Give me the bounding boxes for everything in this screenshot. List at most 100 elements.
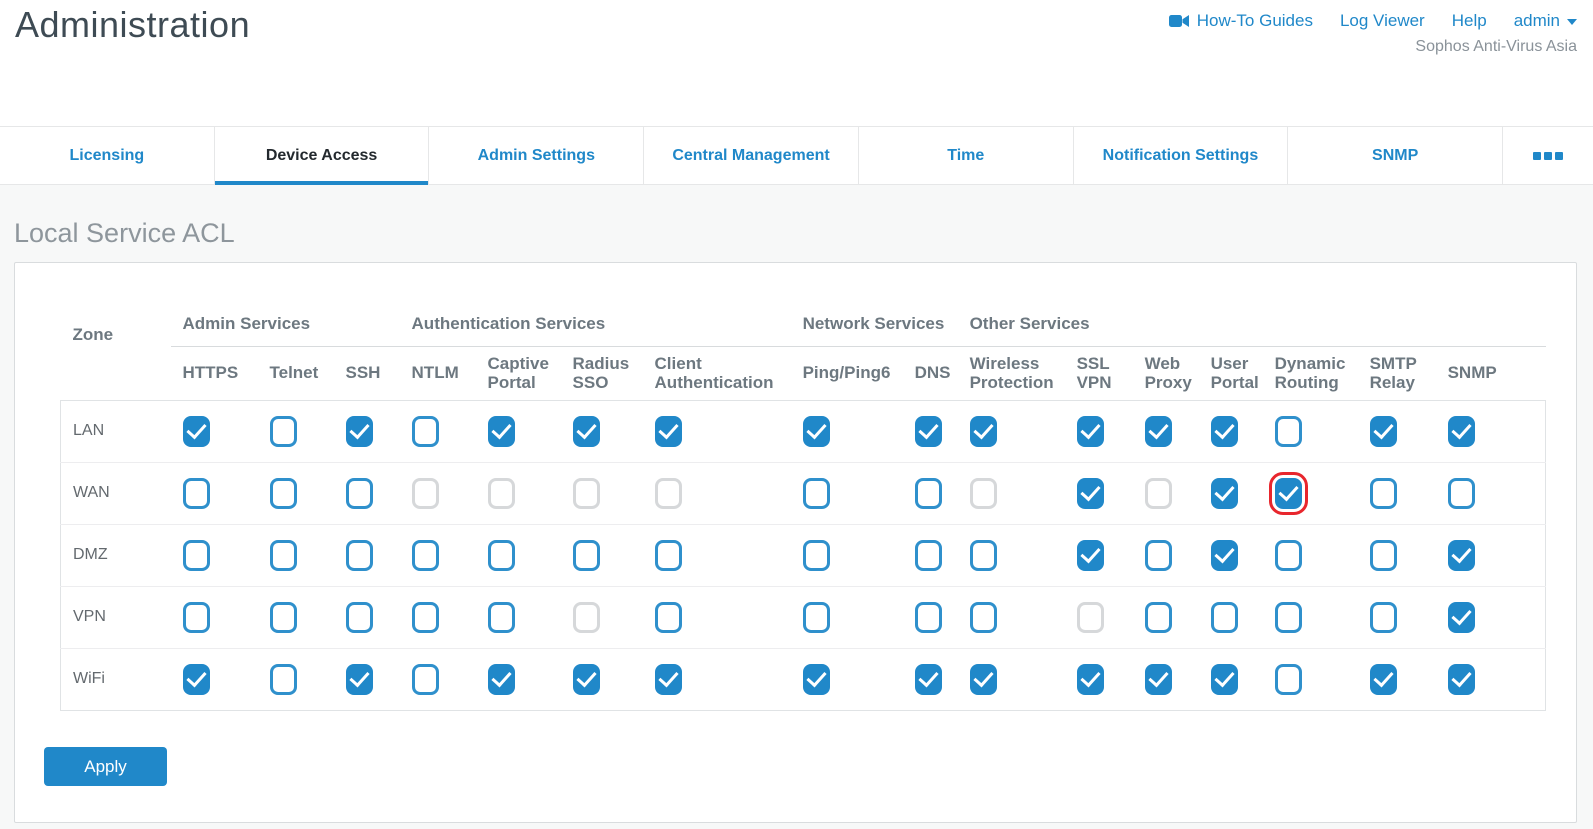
checked-checkbox-wifi-client-authentication[interactable] xyxy=(655,664,682,695)
unchecked-checkbox-dmz-dns[interactable] xyxy=(915,540,942,571)
unchecked-checkbox-vpn-captive-portal[interactable] xyxy=(488,602,515,633)
checked-checkbox-lan-ssl-vpn[interactable] xyxy=(1077,416,1104,447)
unchecked-checkbox-vpn-smtp-relay[interactable] xyxy=(1370,602,1397,633)
acl-cell xyxy=(643,524,791,586)
acl-cell xyxy=(258,400,334,462)
checked-checkbox-lan-client-authentication[interactable] xyxy=(655,416,682,447)
checked-checkbox-wifi-ping-ping6[interactable] xyxy=(803,664,830,695)
unchecked-checkbox-dmz-dynamic-routing[interactable] xyxy=(1275,540,1302,571)
acl-cell xyxy=(1133,586,1199,648)
column-header-dynamic-routing: Dynamic Routing xyxy=(1263,346,1358,400)
checked-checkbox-wifi-captive-portal[interactable] xyxy=(488,664,515,695)
unchecked-checkbox-wan-snmp[interactable] xyxy=(1448,478,1475,509)
unchecked-checkbox-lan-ntlm[interactable] xyxy=(412,416,439,447)
checked-checkbox-wifi-dns[interactable] xyxy=(915,664,942,695)
unchecked-checkbox-dmz-ssh[interactable] xyxy=(346,540,373,571)
checked-checkbox-lan-captive-portal[interactable] xyxy=(488,416,515,447)
checked-checkbox-wifi-ssl-vpn[interactable] xyxy=(1077,664,1104,695)
unchecked-checkbox-vpn-dns[interactable] xyxy=(915,602,942,633)
checked-checkbox-wan-ssl-vpn[interactable] xyxy=(1077,478,1104,509)
checked-checkbox-wan-dynamic-routing[interactable] xyxy=(1275,478,1302,509)
checked-checkbox-lan-dns[interactable] xyxy=(915,416,942,447)
checked-checkbox-wifi-wireless-protection[interactable] xyxy=(970,664,997,695)
tab-device-access[interactable]: Device Access xyxy=(215,127,430,184)
unchecked-checkbox-dmz-captive-portal[interactable] xyxy=(488,540,515,571)
checked-checkbox-dmz-ssl-vpn[interactable] xyxy=(1077,540,1104,571)
checked-checkbox-lan-snmp[interactable] xyxy=(1448,416,1475,447)
acl-cell xyxy=(643,400,791,462)
tab-notification-settings[interactable]: Notification Settings xyxy=(1074,127,1289,184)
checked-checkbox-lan-smtp-relay[interactable] xyxy=(1370,416,1397,447)
acl-cell xyxy=(791,586,903,648)
checked-checkbox-lan-wireless-protection[interactable] xyxy=(970,416,997,447)
unchecked-checkbox-lan-telnet[interactable] xyxy=(270,416,297,447)
unchecked-checkbox-vpn-ntlm[interactable] xyxy=(412,602,439,633)
unchecked-checkbox-dmz-https[interactable] xyxy=(183,540,210,571)
checked-checkbox-wifi-snmp[interactable] xyxy=(1448,664,1475,695)
unchecked-checkbox-dmz-wireless-protection[interactable] xyxy=(970,540,997,571)
tab-central-management[interactable]: Central Management xyxy=(644,127,859,184)
checked-checkbox-lan-ping-ping6[interactable] xyxy=(803,416,830,447)
unchecked-checkbox-wan-smtp-relay[interactable] xyxy=(1370,478,1397,509)
unchecked-checkbox-vpn-wireless-protection[interactable] xyxy=(970,602,997,633)
unchecked-checkbox-wifi-dynamic-routing[interactable] xyxy=(1275,664,1302,695)
how-to-guides-link[interactable]: How-To Guides xyxy=(1169,11,1313,31)
acl-cell xyxy=(476,524,561,586)
unchecked-checkbox-vpn-ping-ping6[interactable] xyxy=(803,602,830,633)
unchecked-checkbox-wan-dns[interactable] xyxy=(915,478,942,509)
unchecked-checkbox-dmz-telnet[interactable] xyxy=(270,540,297,571)
checked-checkbox-wifi-user-portal[interactable] xyxy=(1211,664,1238,695)
help-link[interactable]: Help xyxy=(1452,11,1487,31)
checked-checkbox-wifi-smtp-relay[interactable] xyxy=(1370,664,1397,695)
group-header-admin-services: Admin Services xyxy=(171,270,400,346)
unchecked-checkbox-wan-ssh[interactable] xyxy=(346,478,373,509)
acl-cell xyxy=(1199,524,1263,586)
checked-checkbox-wifi-web-proxy[interactable] xyxy=(1145,664,1172,695)
acl-cell xyxy=(1263,586,1358,648)
unchecked-checkbox-vpn-https[interactable] xyxy=(183,602,210,633)
unchecked-checkbox-vpn-client-authentication[interactable] xyxy=(655,602,682,633)
unchecked-checkbox-vpn-telnet[interactable] xyxy=(270,602,297,633)
checked-checkbox-wifi-radius-sso[interactable] xyxy=(573,664,600,695)
checked-checkbox-lan-https[interactable] xyxy=(183,416,210,447)
checked-checkbox-lan-ssh[interactable] xyxy=(346,416,373,447)
unchecked-checkbox-dmz-smtp-relay[interactable] xyxy=(1370,540,1397,571)
acl-cell xyxy=(958,524,1065,586)
tab-admin-settings[interactable]: Admin Settings xyxy=(429,127,644,184)
unchecked-checkbox-vpn-user-portal[interactable] xyxy=(1211,602,1238,633)
checked-checkbox-dmz-snmp[interactable] xyxy=(1448,540,1475,571)
unchecked-checkbox-dmz-web-proxy[interactable] xyxy=(1145,540,1172,571)
log-viewer-link[interactable]: Log Viewer xyxy=(1340,11,1425,31)
checked-checkbox-wifi-ssh[interactable] xyxy=(346,664,373,695)
checked-checkbox-wan-user-portal[interactable] xyxy=(1211,478,1238,509)
unchecked-checkbox-lan-dynamic-routing[interactable] xyxy=(1275,416,1302,447)
acl-head: ZoneAdmin ServicesAuthentication Service… xyxy=(61,270,1546,400)
checked-checkbox-wifi-https[interactable] xyxy=(183,664,210,695)
unchecked-checkbox-dmz-radius-sso[interactable] xyxy=(573,540,600,571)
admin-menu[interactable]: admin xyxy=(1514,11,1577,31)
acl-cell xyxy=(903,462,958,524)
checked-checkbox-dmz-user-portal[interactable] xyxy=(1211,540,1238,571)
unchecked-checkbox-wan-ping-ping6[interactable] xyxy=(803,478,830,509)
checked-checkbox-lan-user-portal[interactable] xyxy=(1211,416,1238,447)
unchecked-checkbox-dmz-client-authentication[interactable] xyxy=(655,540,682,571)
unchecked-checkbox-wifi-telnet[interactable] xyxy=(270,664,297,695)
checked-checkbox-lan-radius-sso[interactable] xyxy=(573,416,600,447)
unchecked-checkbox-wan-telnet[interactable] xyxy=(270,478,297,509)
more-tabs-button[interactable] xyxy=(1503,127,1593,184)
tab-snmp[interactable]: SNMP xyxy=(1288,127,1503,184)
unchecked-checkbox-dmz-ntlm[interactable] xyxy=(412,540,439,571)
unchecked-checkbox-dmz-ping-ping6[interactable] xyxy=(803,540,830,571)
checked-checkbox-lan-web-proxy[interactable] xyxy=(1145,416,1172,447)
unchecked-checkbox-vpn-ssh[interactable] xyxy=(346,602,373,633)
unchecked-checkbox-wan-https[interactable] xyxy=(183,478,210,509)
checked-checkbox-vpn-snmp[interactable] xyxy=(1448,602,1475,633)
unchecked-checkbox-vpn-dynamic-routing[interactable] xyxy=(1275,602,1302,633)
acl-table: ZoneAdmin ServicesAuthentication Service… xyxy=(60,270,1546,711)
tab-licensing[interactable]: Licensing xyxy=(0,127,215,184)
unchecked-checkbox-vpn-web-proxy[interactable] xyxy=(1145,602,1172,633)
tab-time[interactable]: Time xyxy=(859,127,1074,184)
apply-button[interactable]: Apply xyxy=(44,747,167,786)
acl-row-wifi: WiFi xyxy=(61,648,1546,710)
unchecked-checkbox-wifi-ntlm[interactable] xyxy=(412,664,439,695)
